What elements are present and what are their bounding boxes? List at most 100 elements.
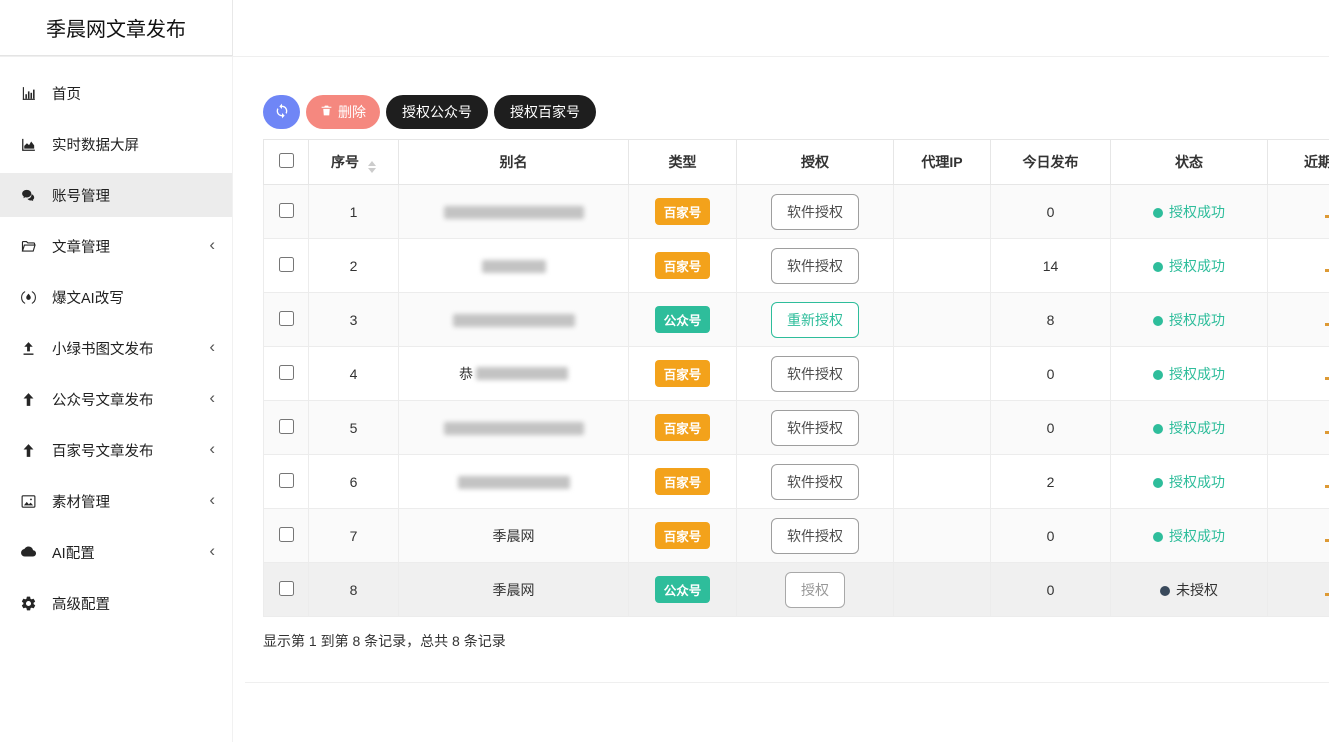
status-label: 授权成功	[1169, 366, 1225, 382]
authorize-action-button[interactable]: 软件授权	[771, 194, 859, 230]
flame-circle-icon	[19, 288, 37, 306]
account-type-badge: 百家号	[655, 252, 711, 279]
sidebar-item-advanced-config[interactable]: 高级配置	[0, 581, 232, 625]
status-dot-icon	[1153, 478, 1163, 488]
content-divider	[245, 682, 1329, 683]
proxy-ip-cell	[894, 347, 991, 401]
status-cell: 未授权	[1111, 563, 1268, 617]
account-type-badge: 公众号	[655, 306, 711, 333]
sidebar-item-baijiahao-publish[interactable]: 百家号文章发布‹	[0, 428, 232, 472]
header-seq-label: 序号	[331, 154, 359, 170]
chevron-collapse-icon: ‹	[209, 490, 215, 510]
app-root: 季晨网文章发布 首页实时数据大屏账号管理文章管理‹爆文AI改写小绿书图文发布‹公…	[0, 0, 1329, 742]
table-row: 2百家号软件授权14授权成功	[264, 239, 1329, 293]
header-type: 类型	[629, 140, 737, 185]
sidebar-item-label: 实时数据大屏	[52, 134, 139, 155]
status-cell: 授权成功	[1111, 509, 1268, 563]
alias-cell	[399, 185, 629, 239]
status-dot-icon	[1160, 586, 1170, 596]
account-type-badge: 百家号	[655, 198, 711, 225]
sidebar-item-realtime-data-screen[interactable]: 实时数据大屏	[0, 122, 232, 166]
type-cell: 百家号	[629, 401, 737, 455]
alias-text: 季晨网	[493, 582, 535, 598]
truncated-content-fragment	[1325, 215, 1329, 218]
row-checkbox[interactable]	[279, 527, 294, 542]
sidebar-item-home[interactable]: 首页	[0, 71, 232, 115]
header-proxy-ip: 代理IP	[894, 140, 991, 185]
row-select-cell	[264, 401, 309, 455]
select-all-checkbox[interactable]	[279, 153, 294, 168]
sidebar-item-xiaolvshu-publish[interactable]: 小绿书图文发布‹	[0, 326, 232, 370]
alias-cell: 季晨网	[399, 563, 629, 617]
redacted-alias-block	[453, 314, 575, 327]
bar-chart-icon	[19, 84, 37, 102]
today-published-cell: 0	[991, 563, 1111, 617]
redacted-alias-block	[458, 476, 570, 489]
header-select-all	[264, 140, 309, 185]
truncated-content-fragment	[1325, 323, 1329, 326]
refresh-icon	[274, 103, 290, 122]
row-select-cell	[264, 455, 309, 509]
authorize-action-button[interactable]: 软件授权	[771, 248, 859, 284]
delete-button[interactable]: 删除	[306, 95, 380, 129]
sidebar-item-label: 小绿书图文发布	[52, 338, 154, 359]
row-select-cell	[264, 347, 309, 401]
status-badge: 授权成功	[1153, 204, 1225, 220]
top-bar: 季晨网文章发布	[0, 0, 1329, 57]
authorize-baijiahao-button[interactable]: 授权百家号	[494, 95, 596, 129]
row-checkbox[interactable]	[279, 311, 294, 326]
authorize-action-button[interactable]: 软件授权	[771, 464, 859, 500]
header-recent: 近期	[1268, 140, 1329, 185]
row-checkbox[interactable]	[279, 365, 294, 380]
sidebar-item-account-management[interactable]: 账号管理	[0, 173, 232, 217]
alias-cell	[399, 293, 629, 347]
chevron-collapse-icon: ‹	[209, 439, 215, 459]
status-badge: 授权成功	[1153, 420, 1225, 436]
header-seq[interactable]: 序号	[309, 140, 399, 185]
delete-button-label: 删除	[338, 102, 366, 122]
chevron-collapse-icon: ‹	[209, 388, 215, 408]
recent-cell	[1268, 563, 1329, 617]
truncated-content-fragment	[1325, 431, 1329, 434]
row-checkbox[interactable]	[279, 257, 294, 272]
row-checkbox[interactable]	[279, 473, 294, 488]
sidebar-item-article-management[interactable]: 文章管理‹	[0, 224, 232, 268]
table-row: 8季晨网公众号授权0未授权	[264, 563, 1329, 617]
sidebar-item-label: 账号管理	[52, 185, 110, 206]
row-checkbox[interactable]	[279, 203, 294, 218]
recent-cell	[1268, 347, 1329, 401]
row-checkbox[interactable]	[279, 581, 294, 596]
row-checkbox[interactable]	[279, 419, 294, 434]
row-select-cell	[264, 509, 309, 563]
status-cell: 授权成功	[1111, 401, 1268, 455]
authorize-action-button[interactable]: 授权	[785, 572, 845, 608]
sidebar-item-hot-article-ai-rewrite[interactable]: 爆文AI改写	[0, 275, 232, 319]
auth-cell: 重新授权	[737, 293, 894, 347]
authorize-action-button[interactable]: 软件授权	[771, 356, 859, 392]
arrow-up-icon	[19, 441, 37, 459]
table-row: 3公众号重新授权8授权成功	[264, 293, 1329, 347]
status-badge: 授权成功	[1153, 528, 1225, 544]
sidebar-item-material-management[interactable]: 素材管理‹	[0, 479, 232, 523]
today-published-cell: 0	[991, 401, 1111, 455]
recent-cell	[1268, 185, 1329, 239]
status-dot-icon	[1153, 316, 1163, 326]
account-type-badge: 百家号	[655, 414, 711, 441]
authorize-action-button[interactable]: 软件授权	[771, 518, 859, 554]
redacted-alias-block	[444, 422, 584, 435]
row-select-cell	[264, 239, 309, 293]
seq-cell: 7	[309, 509, 399, 563]
accounts-table: 序号 别名 类型 授权 代理IP 今日发布 状态 近期 1百家号软件授权0授权成…	[263, 139, 1329, 617]
header-auth: 授权	[737, 140, 894, 185]
sidebar-item-ai-config[interactable]: AI配置‹	[0, 530, 232, 574]
authorize-action-button[interactable]: 软件授权	[771, 410, 859, 446]
seq-cell: 5	[309, 401, 399, 455]
trash-icon	[320, 104, 333, 120]
refresh-button[interactable]	[263, 95, 300, 129]
sidebar-item-gongzhonghao-publish[interactable]: 公众号文章发布‹	[0, 377, 232, 421]
status-cell: 授权成功	[1111, 293, 1268, 347]
proxy-ip-cell	[894, 401, 991, 455]
authorize-gongzhonghao-button[interactable]: 授权公众号	[386, 95, 488, 129]
recent-cell	[1268, 293, 1329, 347]
authorize-action-button[interactable]: 重新授权	[771, 302, 859, 338]
